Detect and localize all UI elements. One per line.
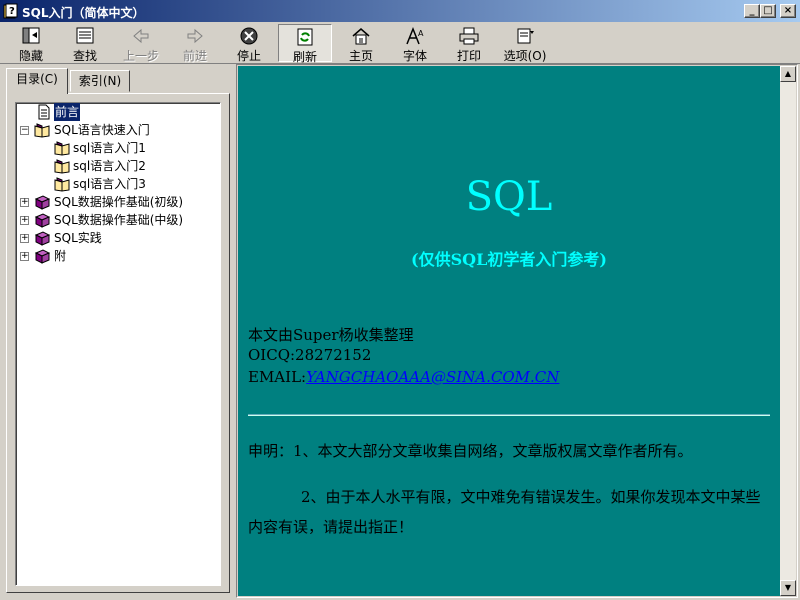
close-button[interactable]: × <box>780 4 796 18</box>
font-icon: A <box>406 26 424 45</box>
tree-node-label: SQL数据操作基础(初级) <box>54 195 184 209</box>
tree-node-label: SQL语言快速入门 <box>54 123 150 137</box>
maximize-button[interactable]: □ <box>760 4 776 18</box>
tree-node-preface[interactable]: 前言 <box>16 103 220 121</box>
topic-subtitle: (仅供SQL初学者入门参考) <box>411 250 607 269</box>
arrow-left-icon <box>133 28 149 44</box>
home-button[interactable]: 主页 <box>334 24 388 63</box>
svg-text:A: A <box>418 29 424 38</box>
tree-node-sql-quickstart[interactable]: − SQL语言快速入门 <box>16 121 220 139</box>
tree-node-sql-intro-3[interactable]: sql语言入门3 <box>16 175 220 193</box>
tree-node-appendix[interactable]: + 附 <box>16 247 220 265</box>
open-book-icon <box>54 177 70 192</box>
vertical-scrollbar[interactable]: ▲ ▼ <box>780 66 796 596</box>
expand-toggle[interactable]: + <box>20 198 29 207</box>
tree-node-label: SQL实践 <box>54 231 102 245</box>
scroll-down-button[interactable]: ▼ <box>780 580 796 596</box>
tab-index[interactable]: 索引(N) <box>70 70 130 92</box>
expand-toggle[interactable]: + <box>20 234 29 243</box>
email-line: EMAIL:YANGCHAOAAA@SINA.COM.CN <box>248 368 559 386</box>
title-bar: ? SQL入门（简体中文） _ □ × <box>0 0 800 22</box>
closed-book-icon <box>34 231 50 246</box>
find-icon <box>76 27 94 44</box>
open-book-icon <box>54 141 70 156</box>
stop-button[interactable]: 停止 <box>222 24 276 63</box>
closed-book-icon <box>34 249 50 264</box>
window-title: SQL入门（简体中文） <box>22 6 145 20</box>
svg-text:?: ? <box>9 6 15 17</box>
tree-node-sql-data-basic[interactable]: + SQL数据操作基础(初级) <box>16 193 220 211</box>
print-button[interactable]: 打印 <box>442 24 496 63</box>
options-icon <box>517 28 534 44</box>
tree-node-label: sql语言入门2 <box>73 159 146 173</box>
tab-panel: 前言 − SQL语言快速入门 sql语言入门1 sql语言入门2 sql语言入门… <box>6 93 230 593</box>
help-book-icon: ? <box>3 3 18 19</box>
stop-icon <box>240 27 258 45</box>
closed-book-icon <box>34 195 50 210</box>
divider <box>248 414 770 416</box>
tree-node-label: 前言 <box>54 103 81 121</box>
open-book-icon <box>54 159 70 174</box>
tree-node-label: SQL数据操作基础(中级) <box>54 213 184 227</box>
topic-title: SQL <box>465 174 553 220</box>
forward-button[interactable]: 前进 <box>168 24 222 63</box>
contents-tree[interactable]: 前言 − SQL语言快速入门 sql语言入门1 sql语言入门2 sql语言入门… <box>15 102 221 586</box>
find-button[interactable]: 查找 <box>58 24 112 63</box>
refresh-button[interactable]: 刷新 <box>278 24 332 64</box>
toolbar: 隐藏 查找 上一步 前进 停止 刷新 主页 A 字体 打印 选项(O) <box>0 22 800 64</box>
expand-toggle[interactable]: + <box>20 216 29 225</box>
navigation-pane: 目录(C) 索引(N) 前言 − SQL语言快速入门 sql语言入门1 sql语… <box>2 64 232 598</box>
hide-pane-icon <box>22 27 40 44</box>
tree-node-label: 附 <box>54 249 67 263</box>
printer-icon <box>459 27 479 45</box>
expand-toggle[interactable]: + <box>20 252 29 261</box>
options-button[interactable]: 选项(O) <box>498 24 552 63</box>
oicq-line: OICQ:28272152 <box>248 346 372 364</box>
scroll-up-button[interactable]: ▲ <box>780 66 796 82</box>
content-frame: SQL (仅供SQL初学者入门参考) 本文由Super杨收集整理 OICQ:28… <box>236 64 798 598</box>
page-icon <box>38 104 50 120</box>
tab-contents[interactable]: 目录(C) <box>6 68 68 94</box>
tree-node-label: sql语言入门1 <box>73 141 146 155</box>
email-label: EMAIL: <box>248 368 307 386</box>
back-button[interactable]: 上一步 <box>114 24 168 63</box>
hide-button[interactable]: 隐藏 <box>4 24 58 63</box>
topic-content: SQL (仅供SQL初学者入门参考) 本文由Super杨收集整理 OICQ:28… <box>238 66 780 596</box>
tree-node-sql-intro-1[interactable]: sql语言入门1 <box>16 139 220 157</box>
refresh-icon <box>297 28 313 46</box>
tree-node-sql-intro-2[interactable]: sql语言入门2 <box>16 157 220 175</box>
home-icon <box>352 28 370 45</box>
closed-book-icon <box>34 213 50 228</box>
collapse-toggle[interactable]: − <box>20 126 29 135</box>
tree-node-sql-practice[interactable]: + SQL实践 <box>16 229 220 247</box>
arrow-right-icon <box>187 28 203 44</box>
author-line: 本文由Super杨收集整理 <box>248 326 414 344</box>
open-book-icon <box>34 123 50 138</box>
font-button[interactable]: A 字体 <box>388 24 442 63</box>
tree-node-sql-data-intermediate[interactable]: + SQL数据操作基础(中级) <box>16 211 220 229</box>
disclaimer-paragraph-2: 2、由于本人水平有限，文中难免有错误发生。如果你发现本文中某些内容有误，请提出指… <box>248 488 761 536</box>
email-link[interactable]: YANGCHAOAAA@SINA.COM.CN <box>306 368 559 386</box>
disclaimer-paragraph-1: 申明：1、本文大部分文章收集自网络，文章版权属文章作者所有。 <box>248 442 693 460</box>
tree-node-label: sql语言入门3 <box>73 177 146 191</box>
minimize-button[interactable]: _ <box>744 4 760 18</box>
